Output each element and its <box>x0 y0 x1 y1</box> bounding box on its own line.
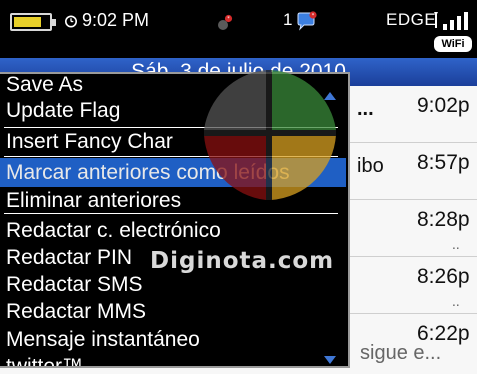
scroll-down-arrow-icon[interactable] <box>324 356 336 364</box>
wifi-indicator: WiFi <box>434 36 472 52</box>
battery-icon <box>10 13 56 31</box>
menu-item-compose-sms[interactable]: Redactar SMS <box>0 270 346 299</box>
watermark-logo-icon <box>204 70 336 200</box>
status-time: 9:02 PM <box>82 10 150 30</box>
bbm-count: 1 <box>283 10 293 29</box>
bbm-chat-icon: * <box>297 11 317 31</box>
message-time: 8:28p <box>417 208 470 231</box>
message-dots: .. <box>452 295 460 309</box>
menu-item-twitter[interactable]: twitter™ <box>0 352 346 366</box>
watermark-text: Diginota.com <box>150 248 335 274</box>
new-message-icon: * <box>218 14 233 30</box>
message-time: 8:26p <box>417 265 470 288</box>
status-bar: 9:02 PM * 1 * EDGE WiFi <box>0 0 477 58</box>
message-subject: ... <box>357 98 374 120</box>
message-time: 9:02p <box>417 94 470 117</box>
menu-item-compose-mms[interactable]: Redactar MMS <box>0 297 346 326</box>
battery-level <box>14 17 41 27</box>
signal-strength-icon <box>434 12 468 30</box>
message-time: 6:22p <box>417 322 470 345</box>
alarm-clock-icon <box>65 15 77 28</box>
message-subject: ibo <box>357 155 384 177</box>
message-dots: .. <box>452 238 460 252</box>
menu-item-instant-message[interactable]: Mensaje instantáneo <box>0 325 346 354</box>
message-time: 8:57p <box>417 151 470 174</box>
network-type: EDGE <box>386 10 437 29</box>
